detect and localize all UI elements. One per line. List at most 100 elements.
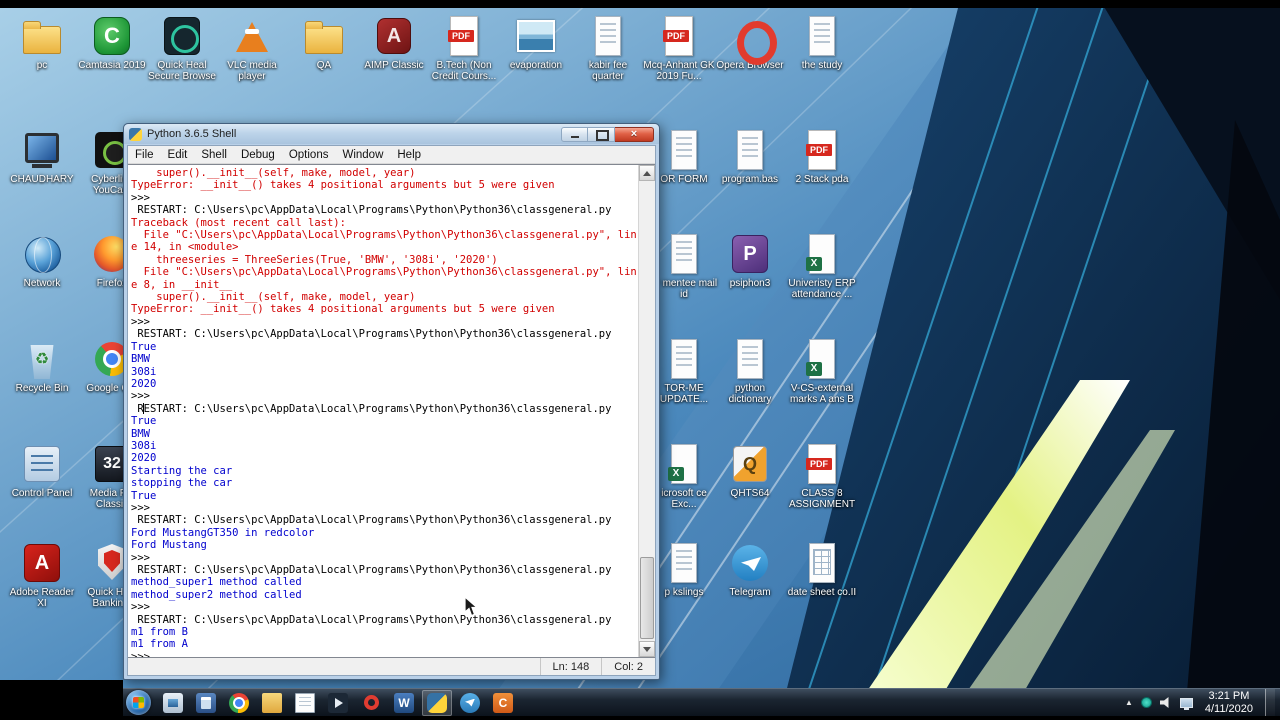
icon-label: Telegram <box>729 587 771 598</box>
network-icon[interactable] <box>1179 697 1193 710</box>
desktop-icon-quick-heal-secure-browse[interactable]: Quick Heal Secure Browse <box>146 14 218 82</box>
icon-label: CHAUDHARY <box>10 174 74 185</box>
shell-line: stopping the car <box>131 477 233 490</box>
desktop-icon-class-8-assignment[interactable]: CLASS 8 ASSIGNMENT <box>786 442 858 510</box>
icon-label: Quick Heal Secure Browse <box>148 60 216 82</box>
desktop-icon-psiphon3[interactable]: psiphon3 <box>714 232 786 289</box>
chrome-icon <box>229 692 249 713</box>
close-button[interactable]: × <box>615 126 654 142</box>
show-desktop-button[interactable] <box>1265 688 1275 717</box>
show-hidden-icons-button[interactable]: ▲ <box>1125 698 1133 707</box>
desktop-icon-2-stack-pda[interactable]: 2 Stack pda <box>786 128 858 185</box>
shell-text[interactable]: super().__init__(self, make, model, year… <box>128 165 638 657</box>
shell-line: RESTART: C:\Users\pc\AppData\Local\Progr… <box>131 613 618 626</box>
icon-label: 2 Stack pda <box>795 174 849 185</box>
taskbar: ▲ 3:21 PM 4/11/2020 <box>123 688 1280 717</box>
shell-editor: super().__init__(self, make, model, year… <box>128 164 655 658</box>
taskbar-word-button[interactable] <box>389 690 419 716</box>
shell-line: RESTART: C:\Users\pc\AppData\Local\Progr… <box>131 564 618 576</box>
taskbar-telegram-button[interactable] <box>455 690 485 716</box>
menu-options[interactable]: Options <box>282 149 336 161</box>
taskbar-camtasia-button[interactable] <box>488 690 518 716</box>
scrollbar-thumb[interactable] <box>640 557 654 639</box>
desktop-icon-the-study[interactable]: the study <box>786 14 858 71</box>
start-button[interactable] <box>126 690 151 715</box>
taskbar-clock[interactable]: 3:21 PM 4/11/2020 <box>1205 690 1253 716</box>
desktop-icon-python-dictionary[interactable]: python dictionary <box>714 337 786 405</box>
pdf-icon <box>656 14 702 58</box>
desktop-icon-kabir-fee-quarter[interactable]: kabir fee quarter <box>572 14 644 82</box>
psiphon-icon <box>727 232 773 276</box>
shell-line: >>> <box>131 390 157 403</box>
desktop-icon-qa[interactable]: QA <box>288 14 360 71</box>
menu-file[interactable]: File <box>128 149 161 161</box>
desktop-icon-network[interactable]: Network <box>6 232 78 289</box>
pdf-icon <box>799 128 845 172</box>
desktop-icon-pc[interactable]: pc <box>6 14 78 71</box>
shell-line: File "C:\Users\pc\AppData\Local\Programs… <box>131 229 637 242</box>
shell-line: RESTART: C:\Users\pc\AppData\Local\Progr… <box>131 402 618 415</box>
desktop-icon-program-bas[interactable]: program.bas <box>714 128 786 185</box>
top-letterbox-bar <box>0 0 1280 8</box>
desktop-icon-university-erp[interactable]: Univeristy ERP attendance ... <box>786 232 858 300</box>
taskbar-python-idle-button[interactable] <box>422 689 452 716</box>
status-col: Col: 2 <box>601 658 655 675</box>
desktop-icon-mcq-gk-pdf[interactable]: Mcq-Anhant GK 2019 Fu... <box>643 14 715 82</box>
shell-line: >>> <box>131 191 157 204</box>
desktop-icon-control-panel[interactable]: Control Panel <box>6 442 78 499</box>
icon-label: VLC media player <box>227 60 277 82</box>
notepad-icon <box>295 692 315 713</box>
desktop-icon-adobe-reader[interactable]: Adobe Reader XI <box>6 541 78 609</box>
pdf-icon <box>441 14 487 58</box>
desktop-icon-btech-pdf[interactable]: B.Tech (Non Credit Cours... <box>428 14 500 82</box>
desktop-icon-vlc[interactable]: VLC media player <box>216 14 288 82</box>
shell-line: e 14, in <module> <box>131 241 239 254</box>
camtasia-icon <box>89 14 135 58</box>
shell-line: Starting the car <box>131 464 233 477</box>
taskbar-opera-button[interactable] <box>356 690 386 716</box>
desktop-icon-qhts64[interactable]: QHTS64 <box>714 442 786 499</box>
desktop-icon-opera-browser[interactable]: Opera Browser <box>714 14 786 71</box>
taskbar-chrome-button[interactable] <box>224 690 254 716</box>
desktop-icon-aimp-classic[interactable]: AIMP Classic <box>358 14 430 71</box>
icon-label: Camtasia 2019 <box>78 60 146 71</box>
quick-heal-tray-icon[interactable] <box>1140 697 1152 708</box>
taskbar-notepad-button[interactable] <box>290 690 320 716</box>
desktop-icon-recycle-bin[interactable]: Recycle Bin <box>6 337 78 394</box>
media-player-icon <box>328 692 348 713</box>
desktop-icon-evaporation[interactable]: evaporation <box>500 14 572 71</box>
folder-icon <box>301 14 347 58</box>
shell-line: RESTART: C:\Users\pc\AppData\Local\Progr… <box>131 514 618 527</box>
shell-line: Ford MustangGT350 in redcolor <box>131 526 315 539</box>
icon-label: Univeristy ERP attendance ... <box>788 278 856 300</box>
menu-help[interactable]: Help <box>390 149 428 161</box>
menu-debug[interactable]: Debug <box>234 149 282 161</box>
taskbar-explorer-button[interactable] <box>257 690 287 716</box>
menu-edit[interactable]: Edit <box>161 149 195 161</box>
menu-shell[interactable]: Shell <box>194 149 234 161</box>
shell-line: BMW <box>131 353 150 366</box>
taskbar-photos-button[interactable] <box>158 690 188 716</box>
scroll-up-button[interactable] <box>639 165 655 181</box>
shell-line: super().__init__(self, make, model, year… <box>131 167 416 179</box>
desktop-icon-chaudhary-computer[interactable]: CHAUDHARY <box>6 128 78 185</box>
desktop-icon-camtasia-2019[interactable]: Camtasia 2019 <box>76 14 148 71</box>
shell-line: 2020 <box>131 452 157 465</box>
window-titlebar[interactable]: Python 3.6.5 Shell × <box>124 124 659 144</box>
camtasia-icon <box>493 692 513 713</box>
scroll-down-button[interactable] <box>639 641 655 657</box>
vertical-scrollbar[interactable] <box>638 165 655 657</box>
menu-bar: File Edit Shell Debug Options Window Hel… <box>128 146 655 164</box>
adobe-reader-icon <box>19 541 65 585</box>
status-line: Ln: 148 <box>539 658 602 675</box>
menu-window[interactable]: Window <box>335 149 390 161</box>
maximize-button[interactable] <box>588 126 615 142</box>
taskbar-media-player-button[interactable] <box>323 690 353 716</box>
calculator-icon <box>196 692 216 713</box>
taskbar-calculator-button[interactable] <box>191 690 221 716</box>
volume-icon[interactable] <box>1159 697 1169 708</box>
minimize-button[interactable] <box>561 126 588 142</box>
desktop-icon-telegram[interactable]: Telegram <box>714 541 786 598</box>
desktop-icon-v-cs-external-marks[interactable]: V-CS-external marks A ans B <box>786 337 858 405</box>
desktop-icon-date-sheet[interactable]: date sheet co.II <box>786 541 858 598</box>
